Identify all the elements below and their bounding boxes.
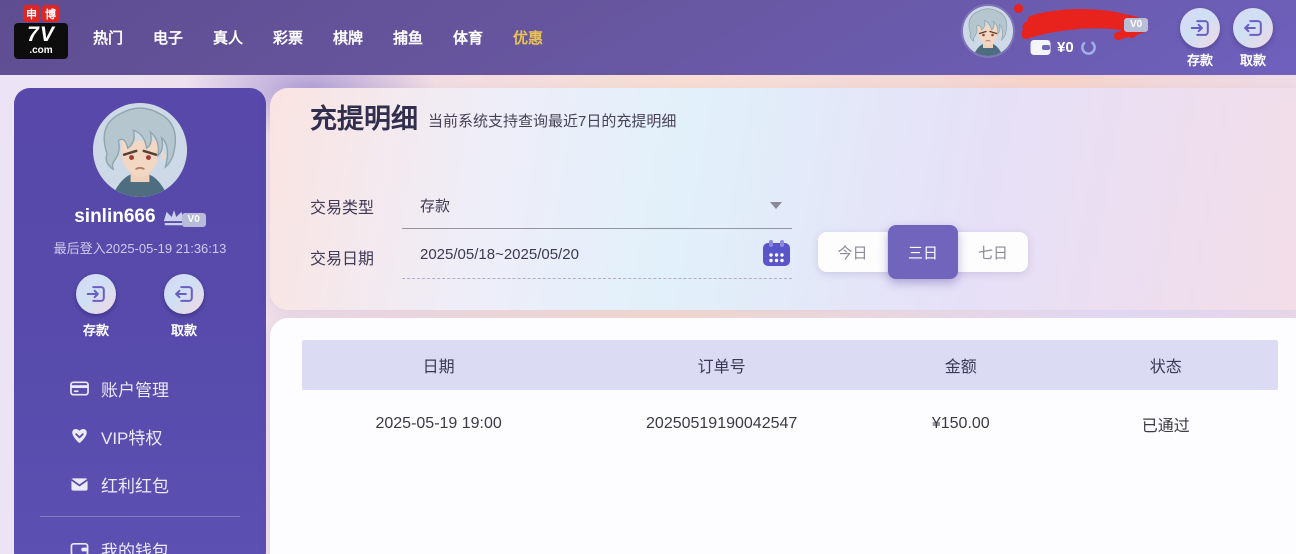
sidebar-quick-actions: 存款 取款 xyxy=(14,274,266,339)
sidebar-deposit-label: 存款 xyxy=(83,320,109,339)
title-row: 充提明细 当前系统支持查询最近7日的充提明细 xyxy=(310,104,676,134)
col-header-amount: 金额 xyxy=(868,353,1053,377)
main-nav: 热门 电子 真人 彩票 棋牌 捕鱼 体育 优惠 xyxy=(78,0,558,75)
logo-badge-right: 博 xyxy=(42,5,59,22)
col-header-order: 订单号 xyxy=(575,353,868,377)
withdraw-circle xyxy=(164,274,204,314)
cell-amount: ¥150.00 xyxy=(868,415,1053,433)
calendar-icon[interactable] xyxy=(762,239,791,267)
nav-item-hot[interactable]: 热门 xyxy=(78,0,138,75)
nav-item-live[interactable]: 真人 xyxy=(198,0,258,75)
avatar-image xyxy=(963,6,1013,56)
sidebar-item-label: 我的钱包 xyxy=(101,537,169,554)
username: sinlin666 xyxy=(74,206,155,228)
last-login-text: 最后登入2025-05-19 21:36:13 xyxy=(14,238,266,257)
sidebar-item-account[interactable]: 账户管理 xyxy=(14,364,266,412)
logo-badge-left: 申 xyxy=(23,5,40,22)
page-subtitle: 当前系统支持查询最近7日的充提明细 xyxy=(428,110,676,134)
sidebar-item-bonus[interactable]: 红利红包 xyxy=(14,460,266,508)
sidebar-user-row: sinlin666 V0 xyxy=(14,206,266,228)
sidebar-divider xyxy=(40,516,240,517)
header-avatar[interactable] xyxy=(963,6,1013,56)
avatar-image xyxy=(93,103,187,197)
sidebar-withdraw-button[interactable]: 取款 xyxy=(152,274,216,339)
tab-three-days[interactable]: 三日 xyxy=(888,225,958,279)
cell-order-no: 20250519190042547 xyxy=(575,415,868,433)
vip-heart-icon xyxy=(70,427,89,446)
nav-item-slots[interactable]: 电子 xyxy=(138,0,198,75)
red-packet-envelope-icon xyxy=(70,475,89,494)
wallet-icon xyxy=(1030,39,1051,56)
deposit-icon xyxy=(85,283,107,305)
sidebar-item-label: 账户管理 xyxy=(101,376,169,401)
cell-status: 已通过 xyxy=(1054,412,1278,436)
table-header-row: 日期 订单号 金额 状态 xyxy=(302,340,1278,390)
date-input-underline xyxy=(402,278,792,279)
transaction-date-label: 交易日期 xyxy=(310,245,374,269)
header-withdraw-label: 取款 xyxy=(1233,50,1273,69)
date-range-tabs: 今日 三日 七日 xyxy=(818,232,1028,272)
top-navbar: 申 博 7V .com 热门 电子 真人 彩票 棋牌 捕鱼 体育 优惠 xyxy=(0,0,1296,75)
table-row: 2025-05-19 19:00 20250519190042547 ¥150.… xyxy=(302,390,1278,458)
sidebar-vip-badge: V0 xyxy=(182,213,206,227)
date-range-input[interactable]: 2025/05/18~2025/05/20 xyxy=(420,246,579,263)
records-panel: 日期 订单号 金额 状态 2025-05-19 19:00 2025051919… xyxy=(270,318,1296,554)
col-header-date: 日期 xyxy=(302,353,575,377)
brand-logo-main: 7V xyxy=(16,24,66,46)
sidebar: sinlin666 V0 最后登入2025-05-19 21:36:13 存款 … xyxy=(14,88,266,554)
col-header-status: 状态 xyxy=(1054,353,1278,377)
header-vip-badge: V0 xyxy=(1124,18,1148,32)
nav-item-lottery[interactable]: 彩票 xyxy=(258,0,318,75)
page-title: 充提明细 xyxy=(310,104,418,134)
withdraw-icon xyxy=(1242,17,1264,39)
sidebar-item-wallet[interactable]: 我的钱包 xyxy=(14,525,266,554)
tab-seven-days[interactable]: 七日 xyxy=(958,232,1028,272)
bank-card-icon xyxy=(70,379,89,398)
nav-item-fishing[interactable]: 捕鱼 xyxy=(378,0,438,75)
wallet-icon xyxy=(70,540,89,554)
balance-row: ¥0 xyxy=(1030,39,1097,56)
brand-logo-suffix: .com xyxy=(16,46,66,56)
tab-today[interactable]: 今日 xyxy=(818,232,888,272)
brand-logo[interactable]: 申 博 7V .com xyxy=(14,5,68,59)
deposit-circle xyxy=(76,274,116,314)
nav-item-sports[interactable]: 体育 xyxy=(438,0,498,75)
cell-date: 2025-05-19 19:00 xyxy=(302,415,575,433)
withdraw-icon xyxy=(173,283,195,305)
nav-item-promo[interactable]: 优惠 xyxy=(498,0,558,75)
deposit-icon xyxy=(1189,17,1211,39)
transaction-type-select[interactable]: 存款 xyxy=(420,195,450,216)
refresh-icon[interactable] xyxy=(1080,39,1097,56)
sidebar-item-label: 红利红包 xyxy=(101,472,169,497)
chevron-down-icon xyxy=(770,202,782,209)
header-deposit-label: 存款 xyxy=(1180,50,1220,69)
brand-logo-badges: 申 博 xyxy=(14,5,68,22)
sidebar-avatar xyxy=(93,103,187,197)
header-deposit-button[interactable] xyxy=(1180,8,1220,48)
transaction-type-label: 交易类型 xyxy=(310,194,374,218)
sidebar-menu: 账户管理 VIP特权 红利红包 xyxy=(14,364,266,554)
nav-item-chess[interactable]: 棋牌 xyxy=(318,0,378,75)
type-select-underline xyxy=(402,228,792,229)
sidebar-deposit-button[interactable]: 存款 xyxy=(64,274,128,339)
brand-logo-box: 7V .com xyxy=(14,23,68,59)
sidebar-item-label: VIP特权 xyxy=(101,424,162,449)
sidebar-item-vip[interactable]: VIP特权 xyxy=(14,412,266,460)
sidebar-withdraw-label: 取款 xyxy=(171,320,197,339)
balance-amount: ¥0 xyxy=(1057,39,1074,56)
filter-panel: 充提明细 当前系统支持查询最近7日的充提明细 交易类型 存款 交易日期 2025… xyxy=(270,88,1296,310)
page: 申 博 7V .com 热门 电子 真人 彩票 棋牌 捕鱼 体育 优惠 xyxy=(0,0,1296,554)
header-withdraw-button[interactable] xyxy=(1233,8,1273,48)
